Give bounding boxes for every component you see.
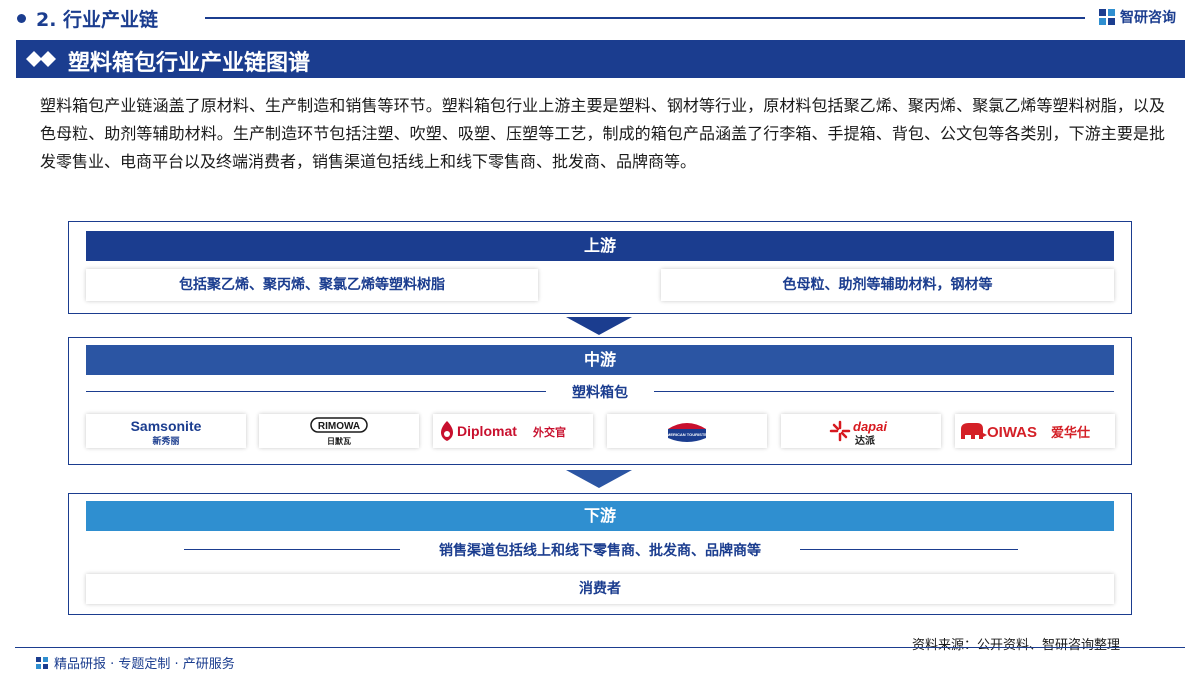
diplomat-cn: 外交官 (532, 425, 566, 439)
brand-name: 智研咨询 (1120, 10, 1176, 26)
midstream-product: 塑料箱包 (86, 382, 1114, 402)
samsonite-logo-icon: Samsonite 新秀丽 (131, 418, 202, 447)
divider-line (184, 549, 400, 550)
down-arrow-icon (566, 470, 632, 488)
diplomat-name: Diplomat (457, 423, 517, 439)
brand-logo-dapai: dapai 达派 (781, 414, 941, 448)
downstream-panel: 下游 销售渠道包括线上和线下零售商、批发商、品牌商等 消费者 (68, 493, 1132, 615)
upstream-auxiliary-box: 色母粒、助剂等辅助材料，钢材等 (661, 269, 1114, 301)
footer-rule (15, 647, 1185, 648)
header-rule (205, 17, 1085, 19)
downstream-channels: 销售渠道包括线上和线下零售商、批发商、品牌商等 (86, 540, 1114, 560)
midstream-panel: 中游 塑料箱包 Samsonite 新秀丽 RIMOWA 日默瓦 Diploma… (68, 337, 1132, 465)
brand-logo-rimowa: RIMOWA 日默瓦 (259, 414, 419, 448)
rimowa-cn: 日默瓦 (327, 436, 351, 446)
footer-tagline: 精品研报 · 专题定制 · 产研服务 (35, 653, 235, 672)
rimowa-name: RIMOWA (318, 421, 360, 432)
downstream-band: 下游 (86, 501, 1114, 531)
american-tourister-name: AMERICAN TOURISTER (664, 432, 710, 437)
dapai-cn: 达派 (855, 434, 876, 447)
oiwas-cn: 爱华仕 (1051, 425, 1090, 441)
brand-logo-oiwas: OIWAS 爱华仕 (955, 414, 1115, 448)
down-arrow-icon (566, 317, 632, 335)
brand-logo-icon (1099, 9, 1115, 25)
upstream-resin-box: 包括聚乙烯、聚丙烯、聚氯乙烯等塑料树脂 (86, 269, 538, 301)
diplomat-logo-icon: Diplomat 外交官 (441, 421, 566, 441)
midstream-band: 中游 (86, 345, 1114, 375)
bullet-dot-icon (17, 14, 26, 23)
intro-paragraph: 塑料箱包产业链涵盖了原材料、生产制造和销售等环节。塑料箱包行业上游主要是塑料、钢… (40, 96, 1165, 171)
divider-line (800, 549, 1018, 550)
divider-line (86, 391, 546, 392)
source-note: 资料来源：公开资料、智研咨询整理 (912, 638, 1121, 653)
american-tourister-logo-icon: AMERICAN TOURISTER (664, 423, 710, 442)
brand-logo-samsonite: Samsonite 新秀丽 (86, 414, 246, 448)
downstream-channels-label: 销售渠道包括线上和线下零售商、批发商、品牌商等 (439, 543, 761, 559)
brand-logo-american-tourister: AMERICAN TOURISTER (607, 414, 767, 448)
samsonite-cn: 新秀丽 (152, 435, 179, 447)
upstream-band: 上游 (86, 231, 1114, 261)
title-bar: 塑料箱包行业产业链图谱 (16, 40, 1185, 78)
dapai-name: dapai (853, 419, 887, 434)
page-title: 塑料箱包行业产业链图谱 (68, 51, 311, 76)
oiwas-name: OIWAS (987, 424, 1037, 441)
section-label: 2. 行业产业链 (36, 9, 159, 31)
brand-logo-diplomat: Diplomat 外交官 (433, 414, 593, 448)
consumer-box: 消费者 (86, 574, 1114, 604)
diamond-icon (26, 51, 56, 67)
footer-tagline-text: 精品研报 · 专题定制 · 产研服务 (54, 657, 235, 672)
rimowa-logo-icon: RIMOWA 日默瓦 (310, 417, 368, 446)
brand: 智研咨询 (1098, 7, 1176, 27)
brand-logo-icon (36, 656, 48, 669)
upstream-panel: 上游 包括聚乙烯、聚丙烯、聚氯乙烯等塑料树脂 色母粒、助剂等辅助材料，钢材等 (68, 221, 1132, 314)
oiwas-logo-icon: OIWAS 爱华仕 (961, 423, 1090, 441)
dapai-logo-icon: dapai 达派 (829, 419, 887, 447)
top-header: 2. 行业产业链 智研咨询 (0, 0, 1200, 36)
samsonite-name: Samsonite (131, 418, 202, 434)
divider-line (654, 391, 1114, 392)
midstream-product-label: 塑料箱包 (572, 385, 628, 401)
